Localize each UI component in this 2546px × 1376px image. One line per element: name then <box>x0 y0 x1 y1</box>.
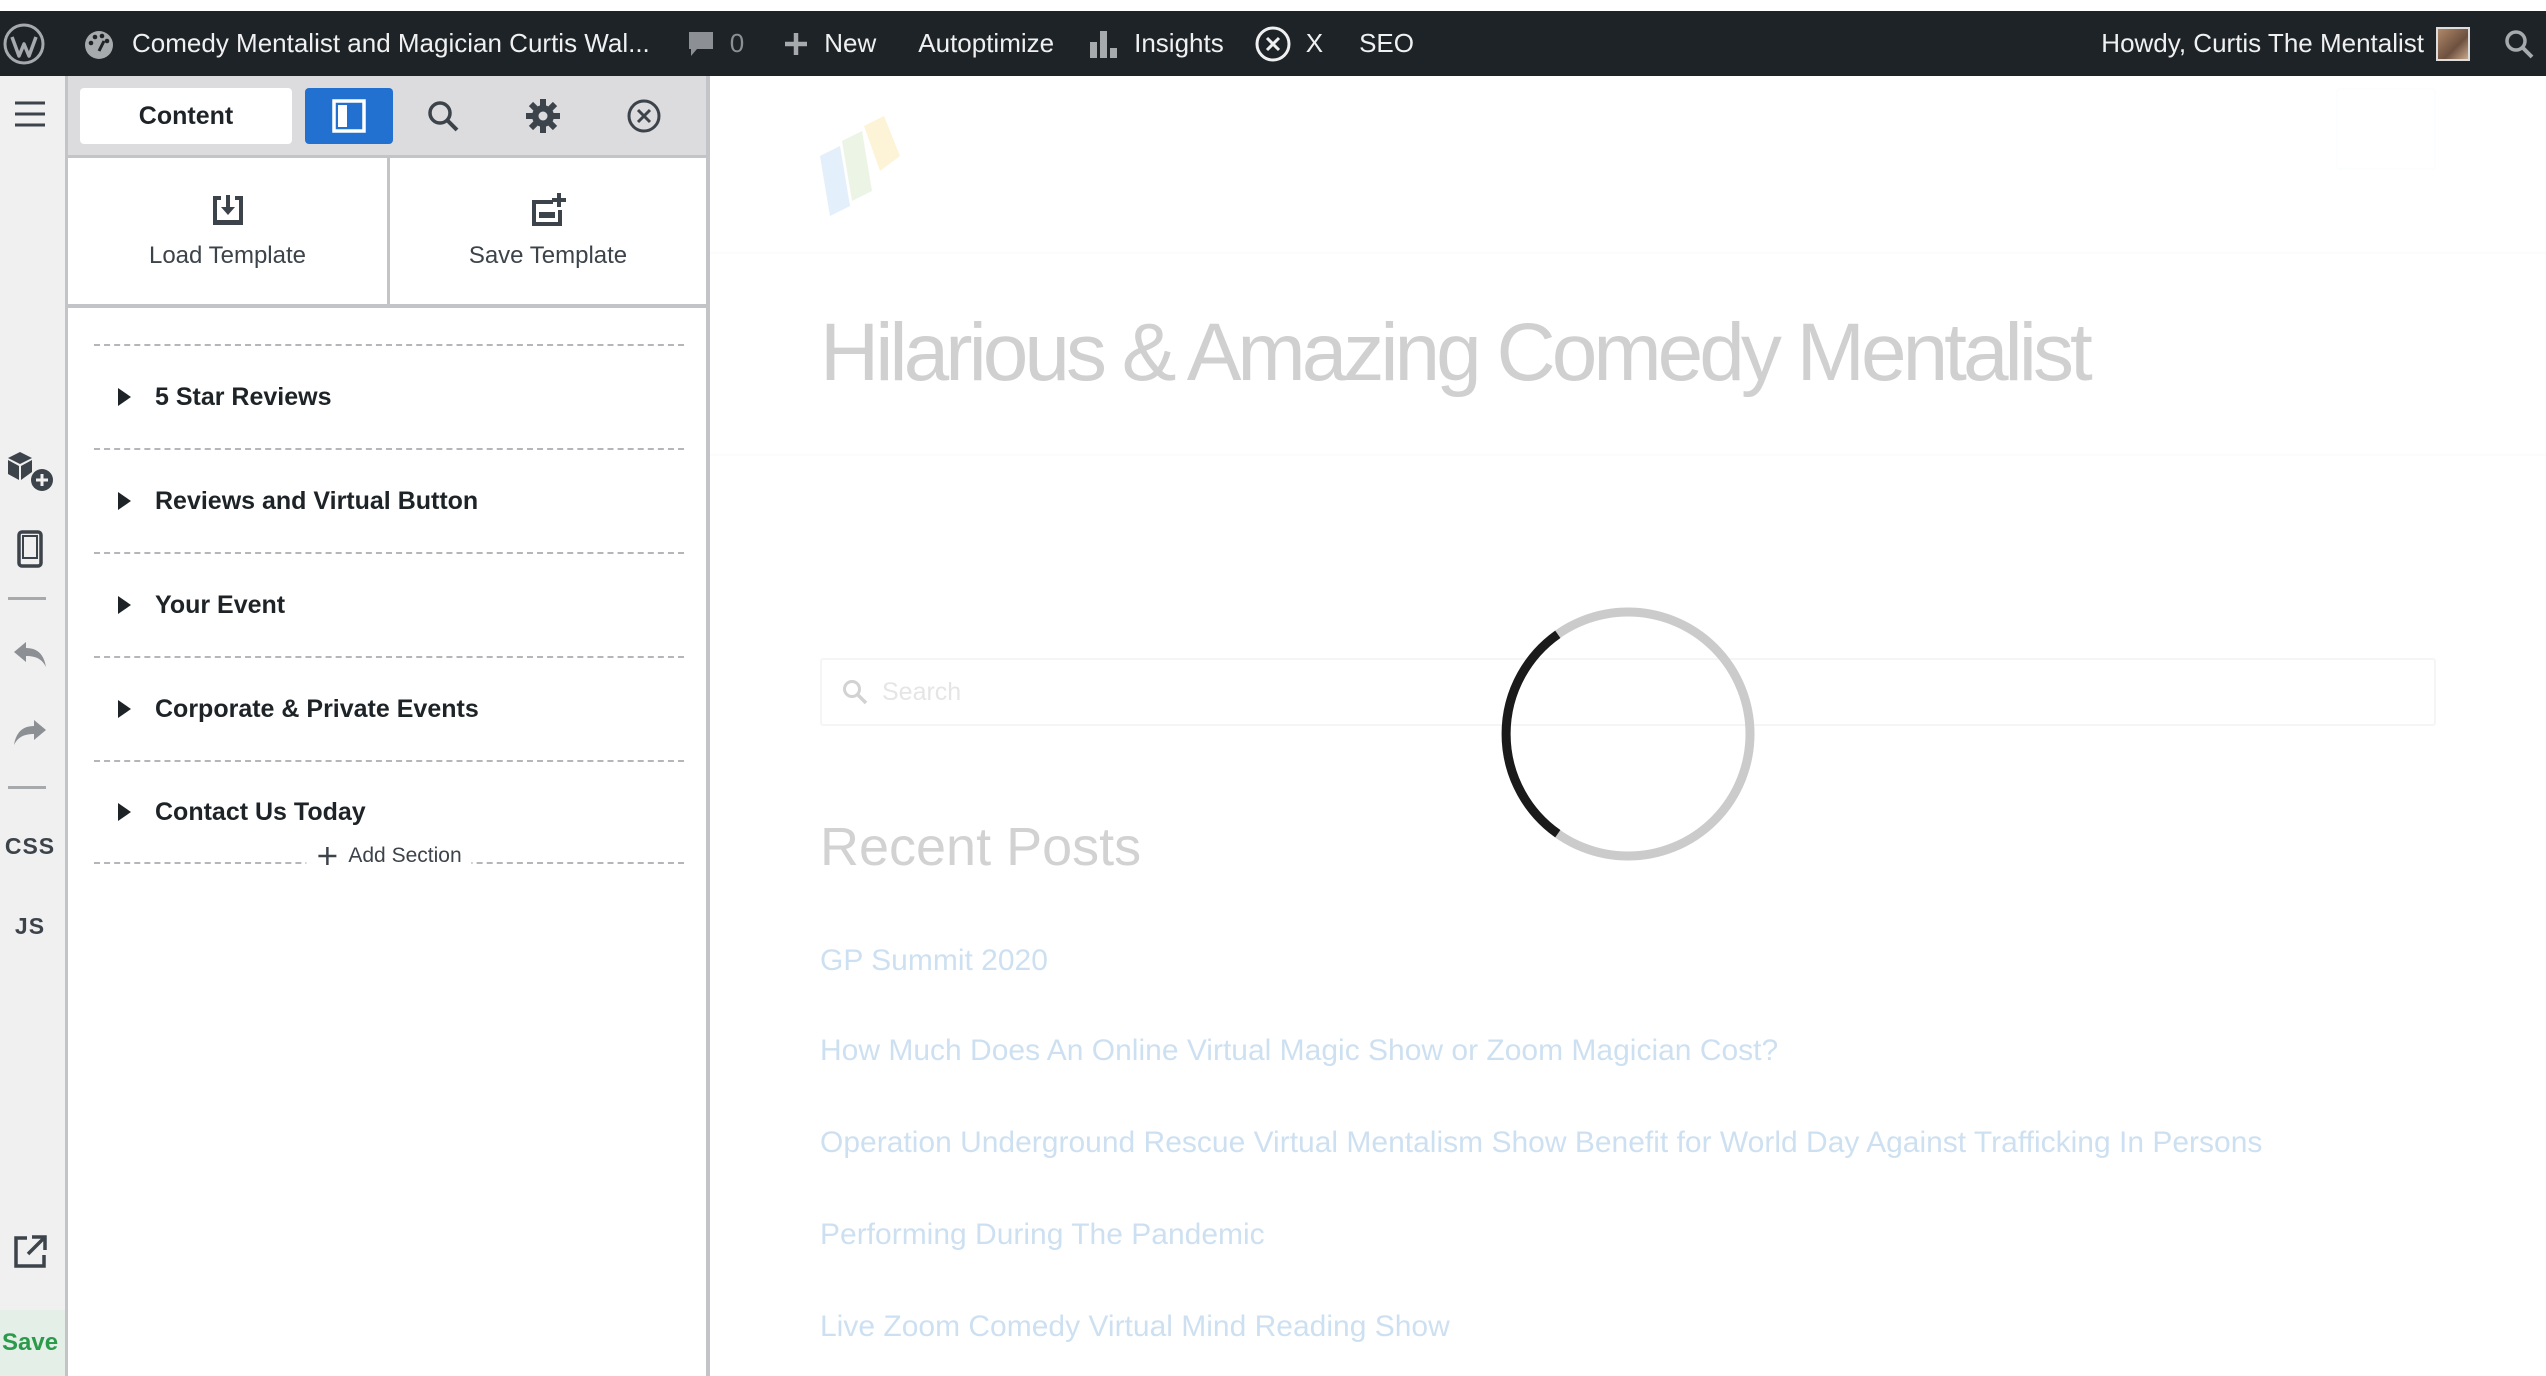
recent-posts-heading: Recent Posts <box>820 817 1142 877</box>
tab-layout[interactable] <box>305 88 393 144</box>
add-section-button[interactable]: Add Section <box>306 844 472 868</box>
section-item[interactable]: Reviews and Virtual Button <box>94 448 684 552</box>
undo-button[interactable] <box>0 632 60 676</box>
add-section-divider: Add Section <box>94 844 684 902</box>
expand-caret-icon <box>118 700 131 718</box>
expand-caret-icon <box>118 388 131 406</box>
plus-icon <box>785 32 808 55</box>
seo-label: SEO <box>1359 28 1414 58</box>
close-panel-button[interactable] <box>609 88 679 144</box>
add-module-button[interactable] <box>0 446 60 496</box>
comment-bubble-icon <box>688 31 713 56</box>
post-link[interactable]: Operation Underground Rescue Virtual Men… <box>820 1126 2262 1160</box>
external-link-icon <box>14 1235 47 1268</box>
expand-caret-icon <box>118 596 131 614</box>
post-link[interactable]: How Much Does An Online Virtual Magic Sh… <box>820 1034 1778 1068</box>
content-panel: Content Load Template Save Template 5 St… <box>68 76 710 1376</box>
wordpress-logo-button[interactable] <box>0 11 68 76</box>
account-menu[interactable]: Howdy, Curtis The Mentalist <box>2101 11 2470 76</box>
bar-chart-icon <box>1090 30 1118 58</box>
save-template-button[interactable]: Save Template <box>387 158 706 304</box>
menu-button[interactable] <box>0 94 60 134</box>
loading-spinner-icon <box>1501 607 1755 861</box>
comments-count: 0 <box>729 28 745 58</box>
section-label: Corporate & Private Events <box>155 694 479 723</box>
expand-caret-icon <box>118 803 131 821</box>
js-button[interactable]: JS <box>0 904 60 948</box>
insights-link[interactable]: Insights <box>1088 11 1224 76</box>
search-placeholder: Search <box>882 677 962 706</box>
autoptimize-link[interactable]: Autoptimize <box>918 11 1054 76</box>
new-label: New <box>824 28 877 58</box>
layout-panel-icon <box>332 99 366 133</box>
close-circle-icon <box>1255 26 1291 61</box>
add-section-label: Add Section <box>348 844 462 867</box>
undo-icon <box>14 642 46 667</box>
css-button[interactable]: CSS <box>0 824 60 868</box>
site-name-link[interactable]: Comedy Mentalist and Magician Curtis Wal… <box>82 11 650 76</box>
section-label: Your Event <box>155 590 286 619</box>
save-template-icon <box>532 193 566 226</box>
section-item[interactable]: 5 Star Reviews <box>94 344 684 448</box>
admin-bar: Comedy Mentalist and Magician Curtis Wal… <box>0 11 2546 76</box>
editor-vertical-toolbar: CSS JS Save <box>0 76 68 1376</box>
avatar <box>2436 26 2470 61</box>
section-item[interactable]: Your Event <box>94 552 684 656</box>
search-icon <box>428 101 459 132</box>
view-page-button[interactable] <box>0 1228 60 1276</box>
howdy-label: Howdy, Curtis The Mentalist <box>2101 28 2424 58</box>
top-strip <box>0 0 2546 11</box>
mobile-menu-button[interactable] <box>2336 88 2436 170</box>
search-icon <box>843 680 868 705</box>
plus-icon <box>318 847 337 865</box>
title-divider <box>710 454 2546 456</box>
download-tray-icon <box>212 195 243 225</box>
tab-content[interactable]: Content <box>80 88 292 144</box>
redo-icon <box>14 720 46 745</box>
section-label: 5 Star Reviews <box>155 382 332 411</box>
gear-icon <box>526 99 560 133</box>
tablet-icon <box>17 530 43 568</box>
close-circle-icon <box>627 99 661 133</box>
panel-tab-bar: Content <box>68 76 706 158</box>
insights-label: Insights <box>1134 28 1224 58</box>
section-label: Contact Us Today <box>155 797 366 826</box>
post-link[interactable]: Performing During The Pandemic <box>820 1218 1265 1252</box>
post-link[interactable]: Live Zoom Comedy Virtual Mind Reading Sh… <box>820 1310 1450 1344</box>
save-button[interactable]: Save <box>0 1310 65 1376</box>
admin-search-button[interactable] <box>2504 11 2534 76</box>
header-divider <box>710 252 2546 254</box>
wordpress-icon <box>3 23 45 64</box>
x-link[interactable]: X <box>1254 11 1323 76</box>
page-title: Hilarious & Amazing Comedy Mentalist <box>820 307 2093 398</box>
section-list: 5 Star Reviews Reviews and Virtual Butto… <box>94 344 684 902</box>
expand-caret-icon <box>118 492 131 510</box>
save-template-label: Save Template <box>468 242 628 269</box>
search-icon <box>2505 29 2534 58</box>
load-template-label: Load Template <box>148 242 306 269</box>
toolbar-divider <box>8 786 46 789</box>
post-link[interactable]: GP Summit 2020 <box>820 944 1048 978</box>
comments-link[interactable]: 0 <box>686 11 744 76</box>
tab-search[interactable] <box>408 88 478 144</box>
seo-link[interactable]: SEO <box>1359 11 1414 76</box>
redo-button[interactable] <box>0 710 60 754</box>
hamburger-icon <box>15 101 45 127</box>
responsive-preview-button[interactable] <box>0 524 60 574</box>
autoptimize-label: Autoptimize <box>918 28 1055 58</box>
section-label: Reviews and Virtual Button <box>155 486 479 515</box>
css-label: CSS <box>4 832 56 859</box>
add-module-icon <box>8 452 53 491</box>
site-name: Comedy Mentalist and Magician Curtis Wal… <box>132 28 650 58</box>
toolbar-divider <box>8 597 46 600</box>
x-label: X <box>1305 28 1324 58</box>
site-logo <box>820 116 910 221</box>
tab-settings[interactable] <box>508 88 578 144</box>
js-label: JS <box>14 912 46 939</box>
new-content-link[interactable]: New <box>782 11 876 76</box>
dashboard-icon <box>85 30 113 59</box>
load-template-button[interactable]: Load Template <box>68 158 387 304</box>
template-actions: Load Template Save Template <box>68 158 706 308</box>
section-item[interactable]: Corporate & Private Events <box>94 656 684 760</box>
